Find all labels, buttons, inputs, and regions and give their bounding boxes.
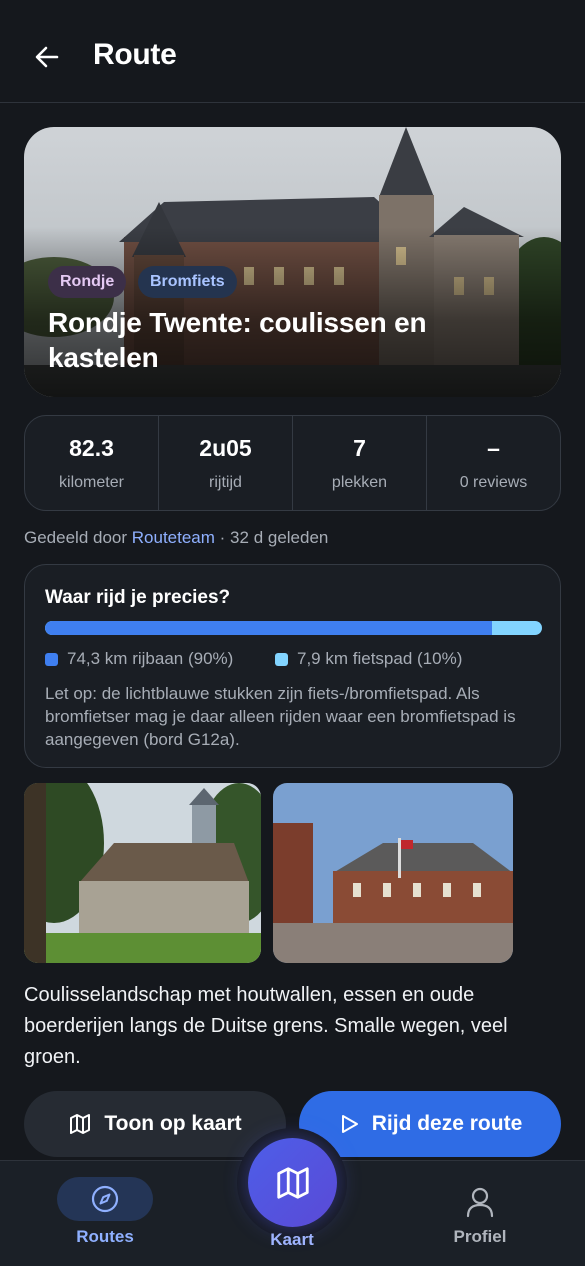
stat-duration: 2u05 rijtijd bbox=[159, 416, 293, 510]
tag-chip-vehicle: Bromfiets bbox=[138, 266, 237, 298]
nav-routes-label: Routes bbox=[76, 1227, 134, 1246]
stat-value: – bbox=[487, 434, 500, 461]
shared-prefix: Gedeeld door bbox=[24, 528, 128, 547]
route-photo-church[interactable] bbox=[24, 783, 261, 963]
nav-item-profile[interactable]: Profiel bbox=[440, 1183, 520, 1247]
ride-route-label: Rijd deze route bbox=[371, 1112, 523, 1135]
route-photo-village[interactable] bbox=[273, 783, 513, 963]
shared-by-line: Gedeeld door Routeteam · 32 d geleden bbox=[24, 528, 328, 548]
legend-road-swatch bbox=[45, 652, 58, 666]
legend-path-label: 7,9 km fietspad (10%) bbox=[297, 649, 463, 668]
stat-distance: 82.3 kilometer bbox=[25, 416, 159, 510]
surface-bar bbox=[45, 621, 542, 635]
shared-suffix: · 32 d geleden bbox=[219, 528, 329, 547]
stat-value: 82.3 bbox=[69, 434, 114, 461]
show-on-map-button[interactable]: Toon op kaart bbox=[24, 1091, 286, 1157]
ride-route-button[interactable]: Rijd deze route bbox=[299, 1091, 561, 1157]
surface-card: Waar rijd je precies? 74,3 km rijbaan (9… bbox=[24, 564, 561, 768]
back-button[interactable] bbox=[30, 40, 64, 74]
map-icon bbox=[276, 1166, 309, 1199]
church-photo bbox=[24, 783, 261, 963]
surface-bar-road bbox=[45, 621, 493, 635]
legend-path: 7,9 km fietspad (10%) bbox=[275, 649, 462, 669]
village-photo bbox=[273, 783, 513, 963]
stat-value: 2u05 bbox=[199, 434, 252, 461]
surface-note: Let op: de lichtblauwe stukken zijn fiet… bbox=[45, 684, 516, 749]
arrow-left-icon bbox=[35, 46, 59, 68]
page-title: Route bbox=[93, 38, 177, 71]
nav-active-pill bbox=[57, 1177, 153, 1221]
stat-value: 7 bbox=[353, 434, 366, 461]
stat-label: plekken bbox=[331, 473, 388, 491]
stat-reviews[interactable]: – 0 reviews bbox=[427, 416, 560, 510]
nav-item-map[interactable] bbox=[248, 1138, 337, 1227]
app-header: Route bbox=[0, 0, 585, 103]
stat-label: 0 reviews bbox=[459, 473, 528, 491]
nav-map-label: Kaart bbox=[270, 1230, 314, 1249]
nav-item-routes[interactable]: Routes bbox=[57, 1177, 153, 1247]
show-on-map-label: Toon op kaart bbox=[104, 1112, 242, 1135]
compass-icon bbox=[91, 1185, 119, 1213]
route-title: Rondje Twente: coulissen en kastelen bbox=[48, 307, 427, 373]
route-stats: 82.3 kilometer 2u05 rijtijd 7 plekken – … bbox=[24, 415, 561, 511]
nav-profile-label: Profiel bbox=[453, 1227, 507, 1246]
map-icon bbox=[70, 1114, 91, 1134]
tag-chip-type: Rondje bbox=[48, 266, 127, 298]
stat-label: rijtijd bbox=[209, 473, 242, 491]
person-icon bbox=[466, 1187, 494, 1218]
play-icon bbox=[341, 1115, 358, 1133]
legend-road-label: 74,3 km rijbaan (90%) bbox=[67, 649, 234, 668]
surface-question: Waar rijd je precies? bbox=[45, 587, 231, 608]
stat-places: 7 plekken bbox=[293, 416, 427, 510]
legend-road: 74,3 km rijbaan (90%) bbox=[45, 649, 233, 669]
stat-label: kilometer bbox=[59, 473, 124, 491]
route-description: Coulisselandschap met houtwallen, essen … bbox=[24, 984, 508, 1068]
author-link[interactable]: Routeteam bbox=[132, 528, 215, 547]
legend-path-swatch bbox=[275, 652, 288, 666]
